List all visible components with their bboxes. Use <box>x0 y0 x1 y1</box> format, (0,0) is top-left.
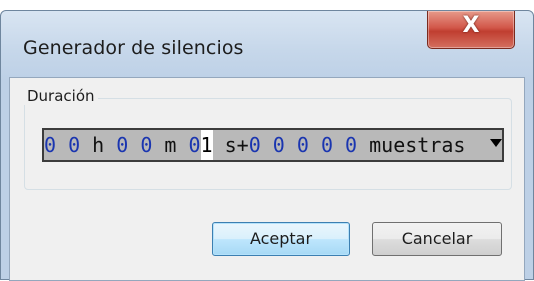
cancel-button[interactable]: Cancelar <box>372 222 502 256</box>
minutes-value[interactable]: 0 0 <box>116 130 152 160</box>
title-bar[interactable]: Generador de silencios X <box>1 11 533 77</box>
seconds-tens-digit[interactable]: 0 <box>189 130 201 160</box>
duration-time-field[interactable]: 0 0 h 0 0 m 01 s+0 0 0 0 0 muestras <box>42 128 504 162</box>
hours-value[interactable]: 0 0 <box>44 130 80 160</box>
duration-group-label: Duración <box>24 87 98 105</box>
seconds-units-digit-selected[interactable]: 1 <box>200 130 213 160</box>
samples-value[interactable]: 0 0 0 0 0 <box>249 130 357 160</box>
close-icon: X <box>462 13 480 38</box>
ok-button[interactable]: Aceptar <box>212 222 350 256</box>
hours-unit: h <box>80 133 117 157</box>
minutes-unit: m <box>152 133 189 157</box>
dialog-body: Duración 0 0 h 0 0 m 01 s+0 0 0 0 0 mues… <box>9 77 525 281</box>
chevron-down-icon[interactable] <box>488 130 502 160</box>
dialog-window: Generador de silencios X Duración 0 0 h … <box>0 10 534 281</box>
desktop: Generador de silencios X Duración 0 0 h … <box>0 0 534 281</box>
samples-unit: muestras <box>357 133 466 157</box>
seconds-unit: s+ <box>212 133 249 157</box>
dialog-title: Generador de silencios <box>23 37 244 59</box>
close-button[interactable]: X <box>427 11 515 49</box>
